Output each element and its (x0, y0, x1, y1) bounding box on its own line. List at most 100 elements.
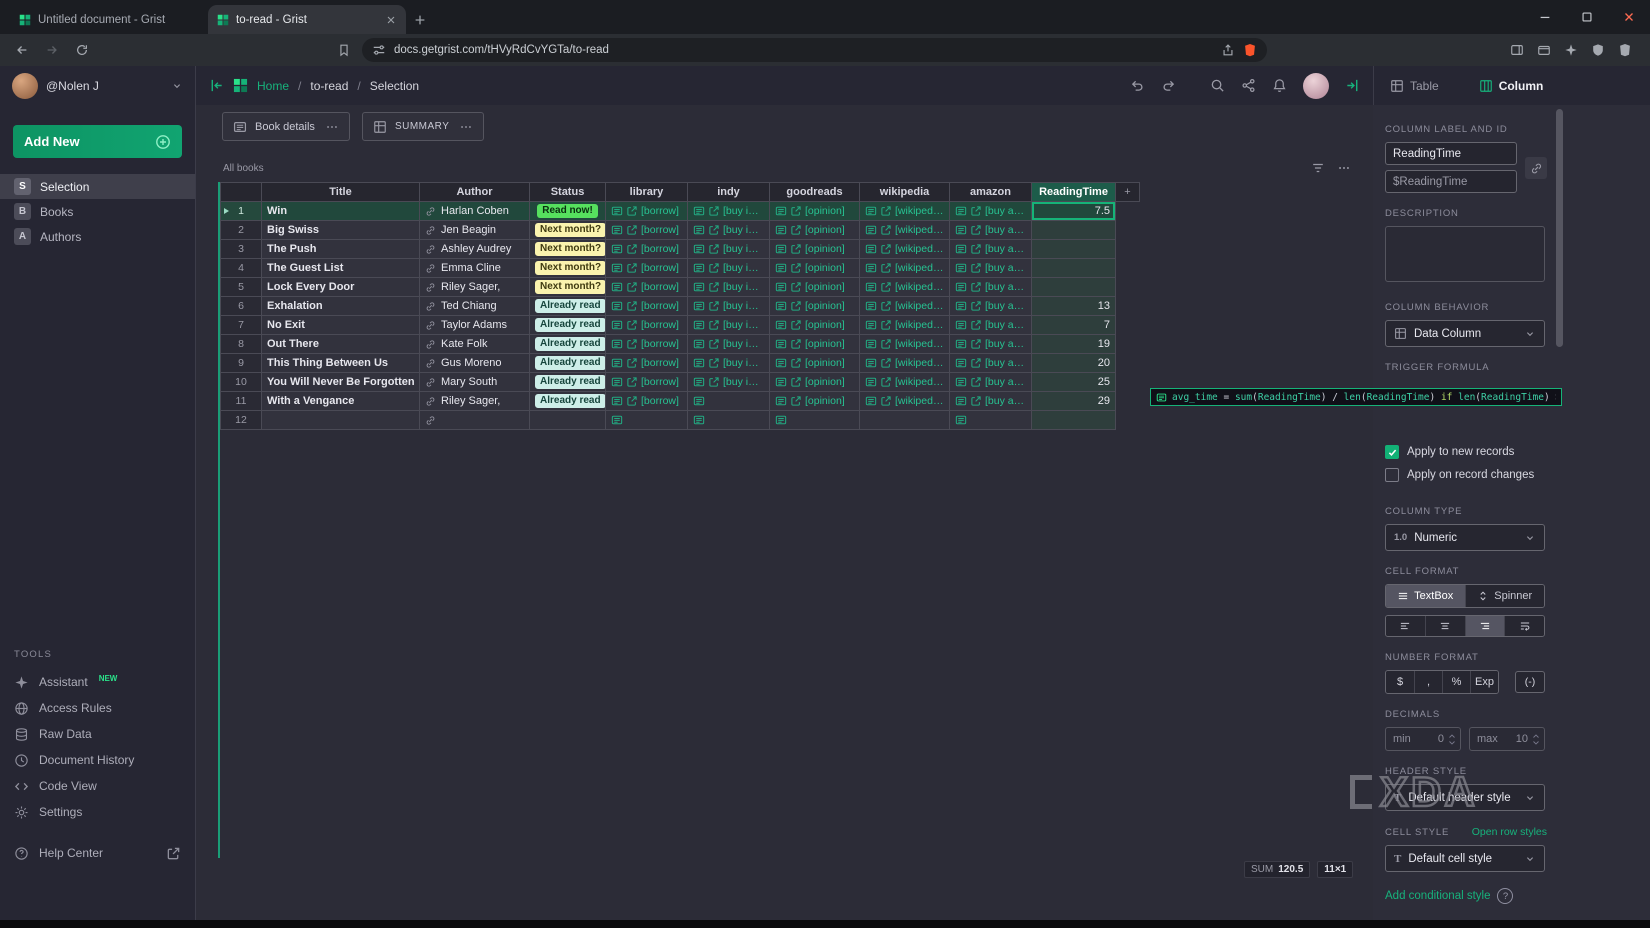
link-label[interactable]: [buy in…] (723, 240, 764, 258)
negative-format-button[interactable]: (-) (1515, 671, 1545, 693)
cell-indy[interactable]: [buy in…] (688, 316, 770, 335)
link-label[interactable]: [opinion] (805, 278, 845, 296)
tool-item-assistant[interactable]: AssistantNEW (0, 669, 195, 695)
link-label[interactable]: [wikipedia] (895, 297, 944, 315)
cell-indy[interactable]: [buy in…] (688, 297, 770, 316)
browser-tab-active[interactable]: to-read - Grist (208, 5, 406, 34)
cell-wikipedia[interactable]: [wikipedia] (860, 297, 950, 316)
cell-goodreads[interactable]: [opinion] (770, 354, 860, 373)
cell-goodreads[interactable]: [opinion] (770, 278, 860, 297)
link-label[interactable]: [borrow] (641, 221, 679, 239)
cell-indy[interactable]: [buy in…] (688, 202, 770, 221)
section-menu-icon[interactable] (1337, 161, 1351, 175)
row-number[interactable]: 11 (220, 392, 262, 411)
minimize-button[interactable] (1524, 0, 1566, 34)
expand-panel-icon[interactable] (1345, 78, 1360, 93)
tab-column[interactable]: Column (1479, 79, 1544, 93)
cell-title[interactable]: No Exit (262, 316, 420, 335)
cell-library[interactable] (606, 411, 688, 430)
link-label[interactable]: [buy a…] (985, 373, 1026, 391)
sparkle-extension-icon[interactable] (1564, 43, 1578, 57)
cell-status[interactable]: Next month? (530, 221, 606, 240)
cell-goodreads[interactable]: [opinion] (770, 392, 860, 411)
cell-wikipedia[interactable] (860, 411, 950, 430)
cell-status[interactable]: Already read (530, 373, 606, 392)
link-label[interactable]: [opinion] (805, 221, 845, 239)
cell-wikipedia[interactable]: [wikipedia] (860, 354, 950, 373)
breadcrumb-page[interactable]: Selection (370, 79, 419, 93)
link-label[interactable]: [opinion] (805, 240, 845, 258)
cell-author[interactable]: Emma Cline (420, 259, 530, 278)
collapse-panel-icon[interactable] (209, 78, 224, 93)
column-header-wikipedia[interactable]: wikipedia (860, 183, 950, 202)
link-label[interactable]: [buy in…] (723, 202, 764, 220)
cell-readingtime[interactable] (1032, 259, 1116, 278)
cell-library[interactable]: [borrow] (606, 335, 688, 354)
link-label[interactable]: [wikipedia] (895, 392, 944, 410)
cell-amazon[interactable]: [buy a…] (950, 335, 1032, 354)
account-menu[interactable]: @Nolen J (0, 66, 196, 105)
cell-title[interactable]: Win (262, 202, 420, 221)
cell-title[interactable] (262, 411, 420, 430)
cell-status[interactable]: Already read (530, 335, 606, 354)
link-label[interactable]: [opinion] (805, 316, 845, 334)
link-label[interactable]: [buy a…] (985, 259, 1026, 277)
cell-wikipedia[interactable]: [wikipedia] (860, 316, 950, 335)
cell-readingtime[interactable]: 29 (1032, 392, 1116, 411)
link-label[interactable]: [wikipedia] (895, 240, 944, 258)
row-number[interactable]: 7 (220, 316, 262, 335)
column-header-goodreads[interactable]: goodreads (770, 183, 860, 202)
cell-amazon[interactable]: [buy a…] (950, 259, 1032, 278)
cell-library[interactable]: [borrow] (606, 354, 688, 373)
link-label[interactable]: [wikipedia] (895, 202, 944, 220)
cell-library[interactable]: [borrow] (606, 259, 688, 278)
cell-readingtime[interactable]: 19 (1032, 335, 1116, 354)
link-label[interactable]: [buy a…] (985, 316, 1026, 334)
link-label[interactable]: [borrow] (641, 373, 679, 391)
bookmark-button[interactable] (332, 38, 356, 62)
cell-status[interactable]: Next month? (530, 240, 606, 259)
cell-title[interactable]: The Guest List (262, 259, 420, 278)
cell-readingtime[interactable] (1032, 278, 1116, 297)
link-label[interactable]: [buy in…] (723, 278, 764, 296)
help-tooltip-icon[interactable]: ? (1497, 888, 1513, 904)
column-label-input[interactable] (1385, 142, 1517, 165)
link-label[interactable]: [wikipedia] (895, 335, 944, 353)
cell-author[interactable]: Harlan Coben (420, 202, 530, 221)
tab-close-icon[interactable] (385, 14, 397, 26)
cell-status[interactable]: Next month? (530, 278, 606, 297)
cell-author[interactable]: Riley Sager, (420, 392, 530, 411)
number-format-[interactable]: % (1442, 671, 1470, 693)
link-label[interactable]: [buy in…] (723, 316, 764, 334)
formula-editor[interactable]: avg_time = sum(ReadingTime) / len(Readin… (1150, 388, 1562, 406)
cell-title[interactable]: Exhalation (262, 297, 420, 316)
link-label[interactable]: [borrow] (641, 240, 679, 258)
align-center-button[interactable] (1425, 616, 1465, 636)
widget-tab-book-details[interactable]: Book details (222, 112, 350, 141)
link-label[interactable]: [buy a…] (985, 221, 1026, 239)
cell-readingtime[interactable]: 7.5 (1032, 202, 1116, 221)
cell-status[interactable]: Already read (530, 316, 606, 335)
cell-author[interactable]: Kate Folk (420, 335, 530, 354)
row-number[interactable]: 9 (220, 354, 262, 373)
link-label[interactable]: [buy a…] (985, 297, 1026, 315)
add-column-button[interactable]: + (1116, 183, 1140, 202)
cell-readingtime[interactable] (1032, 221, 1116, 240)
cell-status[interactable]: Already read (530, 297, 606, 316)
cell-library[interactable]: [borrow] (606, 240, 688, 259)
notifications-icon[interactable] (1272, 78, 1287, 93)
number-format-[interactable]: , (1414, 671, 1442, 693)
tool-item-help-center[interactable]: Help Center (0, 840, 195, 866)
breadcrumb-doc[interactable]: to-read (310, 79, 348, 93)
cell-title[interactable]: With a Vengance (262, 392, 420, 411)
cell-status[interactable]: Already read (530, 392, 606, 411)
cell-status[interactable]: Next month? (530, 259, 606, 278)
cell-title[interactable]: The Push (262, 240, 420, 259)
column-type-select[interactable]: 1.0 Numeric (1385, 524, 1545, 551)
link-label[interactable]: [buy in…] (723, 297, 764, 315)
row-number[interactable]: 10 (220, 373, 262, 392)
cell-goodreads[interactable]: [opinion] (770, 297, 860, 316)
browser-tab-inactive[interactable]: Untitled document - Grist (10, 5, 208, 34)
cell-author[interactable] (420, 411, 530, 430)
column-header-amazon[interactable]: amazon (950, 183, 1032, 202)
